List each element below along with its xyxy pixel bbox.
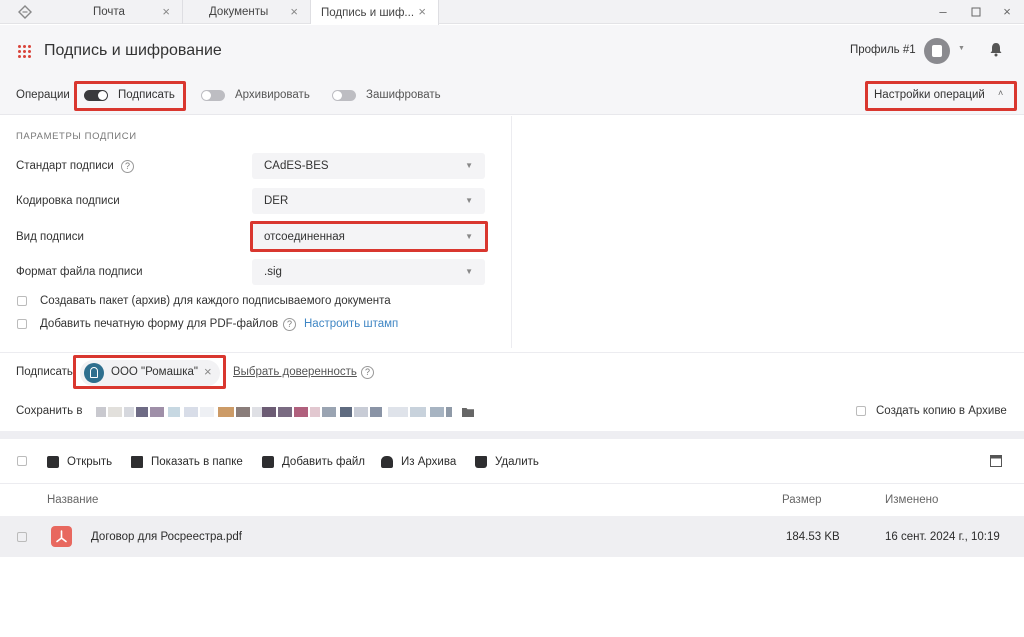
standard-label: Стандарт подписи <box>16 160 114 172</box>
highlight-signature-type <box>250 221 488 252</box>
encoding-value: DER <box>264 195 289 207</box>
archive-copy-label: Создать копию в Архиве <box>876 405 1007 417</box>
avatar[interactable] <box>924 38 950 64</box>
file-size: 184.53 KB <box>786 531 840 543</box>
window-close-icon[interactable]: × <box>998 3 1016 21</box>
table-top-divider <box>0 483 1024 484</box>
encrypt-toggle-label: Зашифровать <box>366 89 441 101</box>
tab-documents[interactable]: Документы × <box>183 0 311 24</box>
open-external-icon <box>47 456 59 468</box>
section-separator <box>0 431 1024 439</box>
row-checkbox[interactable] <box>17 532 27 542</box>
chevron-down-icon[interactable]: ▼ <box>958 45 965 52</box>
file-modified: 16 сент. 2024 г., 10:19 <box>885 531 1000 543</box>
configure-stamp-link[interactable]: Настроить штамп <box>304 318 398 330</box>
select-all-checkbox[interactable] <box>17 456 27 466</box>
tab-sign-encrypt[interactable]: Подпись и шиф... × <box>311 0 439 25</box>
dropdown-arrow-icon: ▼ <box>465 161 473 170</box>
signer-label: Подписать <box>16 366 73 378</box>
page-header: Подпись и шифрование Профиль #1 ▼ <box>0 25 1024 77</box>
operations-label: Операции <box>16 89 70 101</box>
app-menu-icon[interactable] <box>18 45 32 59</box>
file-format-value: .sig <box>264 266 282 278</box>
dropdown-arrow-icon: ▼ <box>465 267 473 276</box>
save-to-label: Сохранить в <box>16 405 83 417</box>
column-header-name[interactable]: Название <box>47 494 98 506</box>
tab-label: Почта <box>93 6 125 18</box>
from-archive-label: Из Архива <box>401 456 457 468</box>
page-title: Подпись и шифрование <box>44 42 222 59</box>
maximize-icon[interactable] <box>967 3 985 21</box>
file-name[interactable]: Договор для Росреестра.pdf <box>91 531 242 543</box>
delete-label: Удалить <box>495 456 539 468</box>
choose-power-of-attorney-link[interactable]: Выбрать доверенность <box>233 366 357 378</box>
add-file-icon <box>262 456 274 468</box>
standard-select[interactable]: CAdES-BES ▼ <box>252 153 485 179</box>
file-format-label: Формат файла подписи <box>16 266 143 278</box>
encrypt-toggle[interactable] <box>332 90 356 101</box>
from-archive-button[interactable]: Из Архива <box>381 455 456 469</box>
encoding-label: Кодировка подписи <box>16 195 120 207</box>
show-in-folder-button[interactable]: Показать в папке <box>131 455 243 469</box>
add-file-button[interactable]: Добавить файл <box>262 455 365 469</box>
column-header-modified[interactable]: Изменено <box>885 494 938 506</box>
archive-copy-checkbox[interactable] <box>856 406 866 416</box>
add-file-label: Добавить файл <box>282 456 366 468</box>
document-icon <box>932 45 942 57</box>
tab-label: Подпись и шиф... <box>321 6 415 19</box>
dropdown-arrow-icon: ▼ <box>465 196 473 205</box>
standard-value: CAdES-BES <box>264 160 329 172</box>
pdf-icon <box>51 526 72 547</box>
pack-checkbox-label: Создавать пакет (архив) для каждого подп… <box>40 295 391 307</box>
archive-toggle-label: Архивировать <box>235 89 310 101</box>
help-icon[interactable]: ? <box>121 160 134 173</box>
folder-icon <box>131 456 143 468</box>
highlight-sign-toggle <box>74 81 186 111</box>
encoding-select[interactable]: DER ▼ <box>252 188 485 214</box>
table-row[interactable]: Договор для Росреестра.pdf 184.53 KB 16 … <box>0 516 1024 557</box>
archive-icon <box>381 456 393 468</box>
signature-type-label: Вид подписи <box>16 231 84 243</box>
close-icon[interactable]: × <box>418 4 426 19</box>
app-logo-icon <box>18 5 32 19</box>
archive-toggle[interactable] <box>201 90 225 101</box>
vertical-divider <box>511 116 512 348</box>
help-icon[interactable]: ? <box>283 318 296 331</box>
column-header-size[interactable]: Размер <box>782 494 822 506</box>
tab-mail[interactable]: Почта × <box>55 0 183 24</box>
tab-label: Документы <box>209 6 269 18</box>
pack-checkbox[interactable] <box>17 296 27 306</box>
highlight-settings <box>865 81 1017 111</box>
profile-name[interactable]: Профиль #1 <box>850 44 916 56</box>
file-format-select[interactable]: .sig ▼ <box>252 259 485 285</box>
delete-button[interactable]: Удалить <box>475 455 539 469</box>
section-title: ПАРАМЕТРЫ ПОДПИСИ <box>16 131 137 142</box>
open-label: Открыть <box>67 456 113 468</box>
pdf-form-checkbox-label: Добавить печатную форму для PDF-файлов <box>40 318 279 330</box>
close-icon[interactable]: × <box>162 4 170 19</box>
minimize-icon[interactable]: – <box>934 3 952 21</box>
bell-icon[interactable] <box>989 42 1003 60</box>
horizontal-divider <box>0 352 1024 353</box>
help-icon[interactable]: ? <box>361 366 374 379</box>
trash-icon <box>475 456 487 468</box>
folder-icon[interactable] <box>462 406 474 420</box>
tab-bar: Почта × Документы × Подпись и шиф... × –… <box>0 0 1024 25</box>
show-in-folder-label: Показать в папке <box>151 456 243 468</box>
column-layout-icon[interactable] <box>990 455 1002 470</box>
highlight-signer <box>73 355 226 389</box>
open-button[interactable]: Открыть <box>47 455 112 469</box>
pdf-form-checkbox[interactable] <box>17 319 27 329</box>
close-icon[interactable]: × <box>290 4 298 19</box>
